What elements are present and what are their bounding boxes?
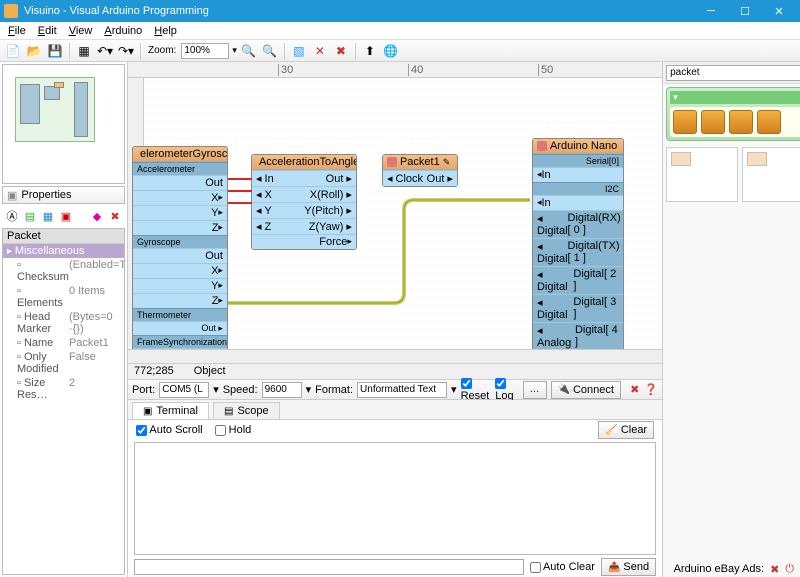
palette-item-2[interactable] xyxy=(701,110,725,134)
prop-sort-icon[interactable]: Ⓐ xyxy=(4,208,20,224)
window-title: Visuino - Visual Arduino Programming xyxy=(24,5,694,17)
design-canvas[interactable]: elerometerGyroscope1 Accelerometer Out X… xyxy=(144,78,662,349)
prop-cat-icon[interactable]: ▤ xyxy=(22,208,38,224)
center-panel: 30 40 50 elerometerGyroscope1 Accelerome… xyxy=(128,62,662,577)
log-check[interactable]: Log xyxy=(495,378,518,402)
properties-toolbar: Ⓐ ▤ ▦ ▣ ◆ ✖ xyxy=(2,206,125,226)
board-button[interactable]: 🌐 xyxy=(382,42,400,60)
serial-panel: Port: ▾ Speed: ▾ Format: ▾ Reset Log … 🔌… xyxy=(128,379,662,577)
zoom-out-icon[interactable]: 🔍 xyxy=(261,42,279,60)
speed-combo[interactable] xyxy=(262,382,302,398)
save-button[interactable]: 💾 xyxy=(46,42,64,60)
footer-close-icon[interactable]: ✖ xyxy=(770,563,779,576)
reset-check[interactable]: Reset xyxy=(461,378,492,402)
recent-1[interactable] xyxy=(666,147,738,202)
prop-collapse-icon[interactable]: ▣ xyxy=(58,208,74,224)
prop-row[interactable]: ▫ Size Res…2 xyxy=(3,376,124,402)
open-button[interactable]: 📂 xyxy=(25,42,43,60)
redo-button[interactable]: ↷▾ xyxy=(117,42,135,60)
format-label: Format: xyxy=(315,384,353,396)
prop-category[interactable]: ▸ Miscellaneous xyxy=(3,244,124,258)
close-button[interactable]: ✕ xyxy=(762,0,796,22)
right-panel: ✖ 👤 📦 📦 📦 ▾ xyxy=(662,62,800,577)
menu-view[interactable]: View xyxy=(63,24,99,38)
prop-row[interactable]: ▫ Only ModifiedFalse xyxy=(3,350,124,376)
tab-terminal[interactable]: ▣ Terminal xyxy=(132,402,209,419)
menu-bar: File Edit View Arduino Help xyxy=(0,22,800,40)
palette-item-3[interactable] xyxy=(729,110,753,134)
prop-object-name: Packet xyxy=(3,229,124,244)
serial-help-icon[interactable]: ❓ xyxy=(644,382,658,398)
maximize-button[interactable]: ☐ xyxy=(728,0,762,22)
ads-label: Arduino eBay Ads: xyxy=(674,563,765,575)
serial-close-icon[interactable]: ✖ xyxy=(629,382,640,398)
menu-file[interactable]: File xyxy=(2,24,32,38)
packet-icon xyxy=(387,157,397,167)
node-packet[interactable]: Packet1 ✎ ◂ ClockOut ▸ xyxy=(382,154,458,187)
search-input[interactable] xyxy=(666,65,800,81)
tool-2[interactable]: ✕ xyxy=(311,42,329,60)
palette-group: ▾ xyxy=(666,87,800,141)
canvas-scrollbar[interactable] xyxy=(128,349,662,363)
properties-header: ▣ Properties xyxy=(2,186,125,204)
prop-opt2-icon[interactable]: ✖ xyxy=(107,208,123,224)
status-object: Object xyxy=(194,365,226,378)
main-area: ▣ Properties Ⓐ ▤ ▦ ▣ ◆ ✖ Packet ▸ Miscel… xyxy=(0,62,800,577)
prop-row[interactable]: ▫ Elements0 Items xyxy=(3,284,124,310)
node-arduino-nano[interactable]: Arduino Nano Serial[0] ◂ In I2C ◂ In ◂ D… xyxy=(532,138,624,349)
autoscroll-check[interactable]: Auto Scroll xyxy=(136,424,203,436)
ruler-horizontal: 30 40 50 xyxy=(128,62,662,78)
node-accel-gyro[interactable]: elerometerGyroscope1 Accelerometer Out X… xyxy=(132,146,228,349)
board-icon xyxy=(537,141,547,151)
tool-3[interactable]: ✖ xyxy=(332,42,350,60)
serial-tabs: ▣ Terminal ▤ Scope xyxy=(128,400,662,420)
prop-row[interactable]: ▫ NamePacket1 xyxy=(3,336,124,350)
palette-header[interactable]: ▾ xyxy=(670,91,800,104)
prop-expand-icon[interactable]: ▦ xyxy=(40,208,56,224)
tab-scope[interactable]: ▤ Scope xyxy=(213,402,280,419)
upload-button[interactable]: ⬆ xyxy=(361,42,379,60)
overview-pane[interactable] xyxy=(2,64,125,184)
format-combo[interactable] xyxy=(357,382,447,398)
undo-button[interactable]: ↶▾ xyxy=(96,42,114,60)
prop-row[interactable]: ▫ Head Marker(Bytes=0 ·{}) xyxy=(3,310,124,336)
zoom-in-icon[interactable]: 🔍 xyxy=(240,42,258,60)
recent-palette xyxy=(666,147,800,202)
port-label: Port: xyxy=(132,384,155,396)
grid-button[interactable]: ▦ xyxy=(75,42,93,60)
footer-bar: Arduino eBay Ads: ✖ ⏻ xyxy=(674,561,794,577)
terminal-output[interactable] xyxy=(134,442,656,555)
footer-power-icon[interactable]: ⏻ xyxy=(785,563,794,576)
left-panel: ▣ Properties Ⓐ ▤ ▦ ▣ ◆ ✖ Packet ▸ Miscel… xyxy=(0,62,128,577)
node-accel-to-angle[interactable]: AccelerationToAngle1 ◂ InOut ▸ ◂ XX(Roll… xyxy=(251,154,357,250)
properties-tree[interactable]: Packet ▸ Miscellaneous ▫ Checksum(Enable… xyxy=(2,228,125,575)
speed-label: Speed: xyxy=(223,384,258,396)
zoom-label: Zoom: xyxy=(148,45,176,56)
prop-row[interactable]: ▫ Checksum(Enabled=True) xyxy=(3,258,124,284)
hold-check[interactable]: Hold xyxy=(215,424,252,436)
palette-item-1[interactable] xyxy=(673,110,697,134)
app-icon xyxy=(4,4,18,18)
minimize-button[interactable]: ─ xyxy=(694,0,728,22)
tool-1[interactable]: ▧ xyxy=(290,42,308,60)
log-browse-button[interactable]: … xyxy=(523,381,547,399)
autoclear-check[interactable]: Auto Clear xyxy=(530,561,595,573)
send-button[interactable]: 📤 Send xyxy=(601,558,656,576)
port-combo[interactable] xyxy=(159,382,209,398)
new-button[interactable]: 📄 xyxy=(4,42,22,60)
clear-button[interactable]: 🧹 Clear xyxy=(598,421,654,439)
menu-arduino[interactable]: Arduino xyxy=(98,24,148,38)
main-toolbar: 📄 📂 💾 ▦ ↶▾ ↷▾ Zoom: ▾ 🔍 🔍 ▧ ✕ ✖ ⬆ 🌐 xyxy=(0,40,800,62)
palette-item-4[interactable] xyxy=(757,110,781,134)
menu-edit[interactable]: Edit xyxy=(32,24,63,38)
send-input[interactable] xyxy=(134,559,524,575)
canvas-statusbar: 772;285 Object xyxy=(128,363,662,379)
menu-help[interactable]: Help xyxy=(148,24,183,38)
title-bar: Visuino - Visual Arduino Programming ─ ☐… xyxy=(0,0,800,22)
prop-opt1-icon[interactable]: ◆ xyxy=(89,208,105,224)
zoom-combo[interactable] xyxy=(181,43,229,59)
recent-2[interactable] xyxy=(742,147,800,202)
connect-button[interactable]: 🔌 Connect xyxy=(551,381,621,399)
status-coords: 772;285 xyxy=(134,365,174,378)
